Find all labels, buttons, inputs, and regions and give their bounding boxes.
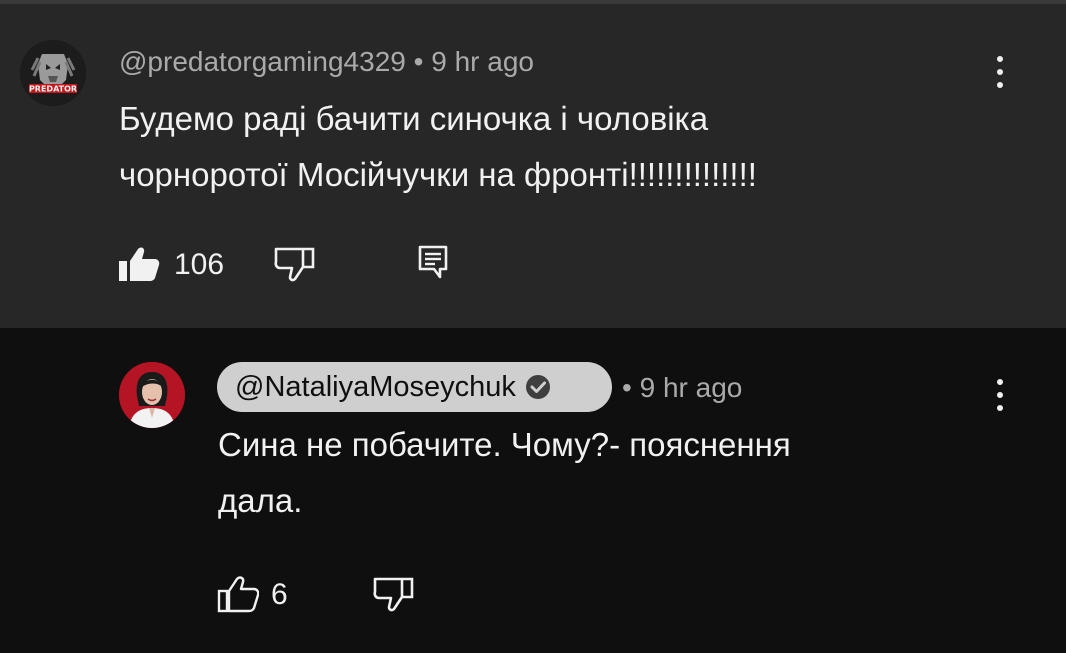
- thumbs-up-filled-icon: [119, 247, 160, 281]
- like-button[interactable]: [118, 245, 160, 283]
- reply-button[interactable]: [418, 245, 448, 279]
- comment-text-line: дала.: [218, 482, 303, 519]
- meta-separator: •: [622, 372, 632, 403]
- predator-avatar-icon: PREDATOR: [20, 40, 86, 106]
- like-count: 6: [271, 578, 288, 611]
- verified-check-icon: [525, 375, 550, 399]
- thumbs-up-icon: [217, 576, 260, 613]
- woman-portrait-avatar-icon: [119, 362, 185, 428]
- comment-text: Сина не побачите. Чому?- пояснення дала.: [218, 417, 791, 529]
- dislike-button[interactable]: [273, 245, 315, 283]
- author-badge[interactable]: @NataliyaMoseychuk: [217, 362, 612, 412]
- like-button[interactable]: [217, 575, 260, 613]
- more-icon-dot: [997, 405, 1003, 411]
- dislike-button[interactable]: [372, 575, 414, 613]
- author-handle[interactable]: @NataliyaMoseychuk: [235, 371, 516, 404]
- comment-menu-button[interactable]: [980, 373, 1020, 417]
- comment-text-line: чорноротої Мосійчучки на фронті!!!!!!!!!…: [119, 156, 757, 193]
- comments-screen: PREDATOR @predatorgaming4329 • 9 hr ago …: [0, 0, 1066, 653]
- thumbs-down-icon: [274, 247, 315, 282]
- thumbs-down-icon: [373, 577, 414, 612]
- more-icon-dot: [997, 379, 1003, 385]
- more-icon-dot: [997, 392, 1003, 398]
- author-avatar[interactable]: PREDATOR: [20, 40, 86, 106]
- comment-time[interactable]: 9 hr ago: [431, 46, 534, 77]
- more-icon-dot: [997, 82, 1003, 88]
- reply-comment-icon: [418, 245, 448, 279]
- more-icon-dot: [997, 69, 1003, 75]
- comment-menu-button[interactable]: [980, 50, 1020, 94]
- comment-time[interactable]: 9 hr ago: [640, 372, 743, 403]
- author-handle[interactable]: @predatorgaming4329: [119, 46, 406, 77]
- author-meta: @predatorgaming4329 • 9 hr ago: [119, 45, 534, 79]
- like-count: 106: [174, 248, 225, 281]
- author-meta: • 9 hr ago: [622, 371, 742, 405]
- meta-separator: •: [413, 46, 424, 77]
- comment-text-line: Будемо раді бачити синочка і чоловіка: [119, 100, 709, 137]
- comment-text-line: Сина не побачите. Чому?- пояснення: [218, 426, 791, 463]
- avatar-logo-text: PREDATOR: [29, 85, 77, 94]
- author-avatar[interactable]: [119, 362, 185, 428]
- comment-text: Будемо раді бачити синочка і чоловіка чо…: [119, 91, 757, 203]
- more-icon-dot: [997, 56, 1003, 62]
